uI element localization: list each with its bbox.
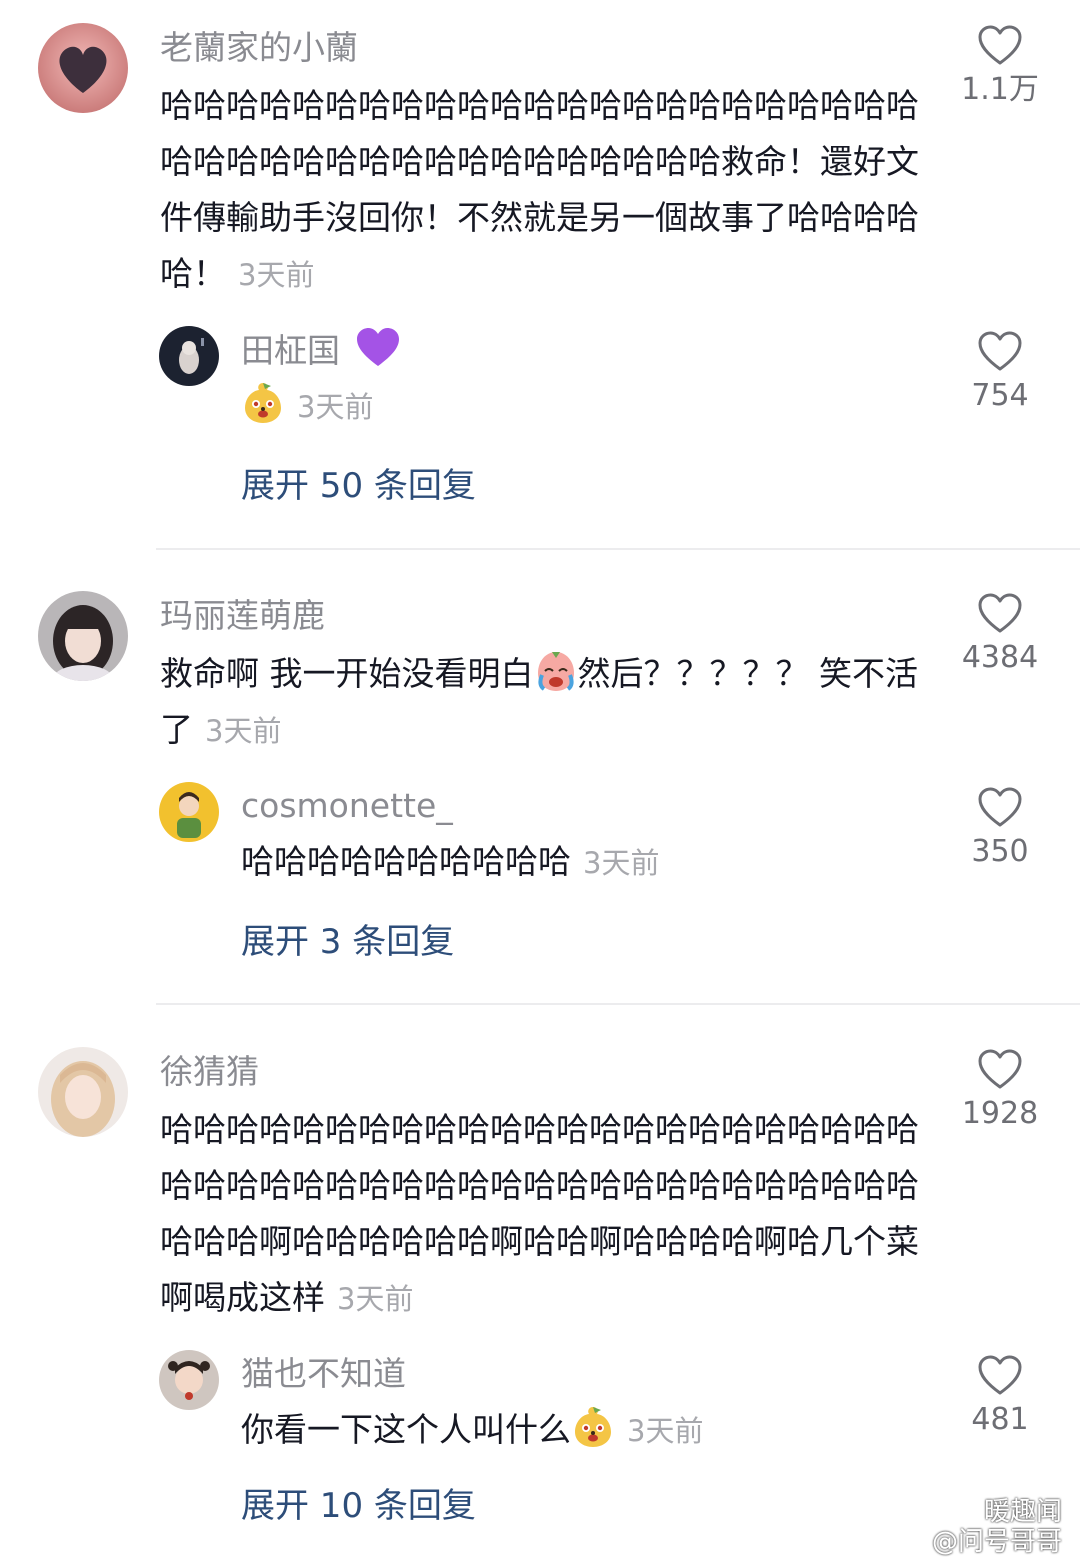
comment-username[interactable]: 玛丽莲萌鹿: [160, 592, 325, 640]
comment-username[interactable]: 徐猜猜: [160, 1048, 259, 1096]
comment-text: 哈哈哈哈哈哈哈哈哈哈哈哈哈哈哈哈哈哈哈哈哈哈哈哈哈哈哈哈哈哈哈哈哈哈哈哈哈哈哈哈…: [160, 78, 930, 303]
avatar[interactable]: [38, 591, 128, 681]
mango-pup-emoji-icon: [245, 383, 281, 423]
comment: 徐猜猜 哈哈哈哈哈哈哈哈哈哈哈哈哈哈哈哈哈哈哈哈哈哈哈哈哈哈哈哈哈哈哈哈哈哈哈哈…: [0, 1044, 1080, 1334]
comment-time: 3天前: [337, 1282, 414, 1316]
comment-time: 3天前: [238, 258, 315, 292]
expand-replies-link[interactable]: 展开 50 条回复: [241, 462, 476, 510]
like-count: 481: [971, 1402, 1029, 1437]
like-button[interactable]: 481: [950, 1354, 1050, 1440]
comment-text: 救命啊 我一开始没看明白 然后？？？？？ 笑不活了 3天前: [160, 646, 930, 759]
watermark-row: 暖趣闻: [896, 1497, 1062, 1527]
heart-icon[interactable]: [977, 786, 1023, 828]
like-count: 1.1万: [961, 72, 1039, 107]
reply-text: 哈哈哈哈哈哈哈哈哈哈 3天前: [241, 834, 931, 891]
expand-replies-link[interactable]: 展开 3 条回复: [241, 918, 454, 966]
heart-icon[interactable]: [977, 1048, 1023, 1090]
like-count: 754: [971, 378, 1029, 413]
comment-text: 哈哈哈哈哈哈哈哈哈哈哈哈哈哈哈哈哈哈哈哈哈哈哈哈哈哈哈哈哈哈哈哈哈哈哈哈哈哈哈哈…: [160, 1102, 930, 1327]
heart-icon[interactable]: [977, 1354, 1023, 1396]
weibo-icon: [895, 1536, 922, 1554]
comment-thread: 老蘭家的小蘭 哈哈哈哈哈哈哈哈哈哈哈哈哈哈哈哈哈哈哈哈哈哈哈哈哈哈哈哈哈哈哈哈哈…: [0, 20, 1080, 506]
reply-username[interactable]: cosmonette_: [241, 782, 453, 830]
avatar[interactable]: [159, 782, 219, 842]
comment-username[interactable]: 老蘭家的小蘭: [160, 24, 358, 72]
like-button[interactable]: 4384: [950, 592, 1050, 678]
reply-text: 你看一下这个人叫什么 3天前: [241, 1402, 931, 1459]
comment-text-content: 哈哈哈哈哈哈哈哈哈哈哈哈哈哈哈哈哈哈哈哈哈哈哈哈哈哈哈哈哈哈哈哈哈哈哈哈哈哈哈哈…: [160, 1110, 919, 1317]
like-button[interactable]: 1928: [950, 1048, 1050, 1134]
reply: 田柾国 3天前 754: [0, 326, 1080, 426]
comment: 玛丽莲萌鹿 救命啊 我一开始没看明白 然后？？？？？ 笑不活了 3天前 4384: [0, 588, 1080, 758]
watermark: 暖趣闻 @问号哥哥: [895, 1497, 1062, 1557]
heart-icon[interactable]: [977, 330, 1023, 372]
reply-text-content: 你看一下这个人叫什么: [241, 1410, 571, 1449]
like-count: 1928: [961, 1096, 1039, 1131]
comment-text-part: 救命啊 我一开始没看明白: [160, 654, 534, 693]
like-button[interactable]: 350: [950, 786, 1050, 872]
reply-time: 3天前: [627, 1414, 704, 1448]
wechat-icon: [943, 1499, 978, 1524]
heart-icon[interactable]: [977, 24, 1023, 66]
watermark-line2: @问号哥哥: [931, 1527, 1062, 1557]
reply-username[interactable]: 猫也不知道: [241, 1350, 406, 1398]
avatar[interactable]: [38, 23, 128, 113]
like-button[interactable]: 1.1万: [950, 24, 1050, 110]
reply-text: 3天前: [241, 378, 931, 435]
reply-time: 3天前: [583, 846, 660, 880]
mango-pup-emoji-icon: [575, 1407, 611, 1447]
avatar[interactable]: [159, 1350, 219, 1410]
watermark-row: @问号哥哥: [895, 1527, 1062, 1557]
like-count: 350: [971, 834, 1029, 869]
reply-username[interactable]: 田柾国: [241, 326, 401, 375]
reply-username-text[interactable]: 田柾国: [241, 331, 340, 370]
expand-replies-link[interactable]: 展开 10 条回复: [241, 1482, 476, 1530]
divider: [156, 1003, 1080, 1005]
avatar[interactable]: [38, 1047, 128, 1137]
heart-icon[interactable]: [977, 592, 1023, 634]
divider: [156, 548, 1080, 550]
reply: cosmonette_ 哈哈哈哈哈哈哈哈哈哈 3天前 350: [0, 782, 1080, 892]
reply-text-content: 哈哈哈哈哈哈哈哈哈哈: [241, 842, 571, 881]
comment: 老蘭家的小蘭 哈哈哈哈哈哈哈哈哈哈哈哈哈哈哈哈哈哈哈哈哈哈哈哈哈哈哈哈哈哈哈哈哈…: [0, 20, 1080, 310]
crying-face-emoji-icon: [537, 652, 574, 691]
comment-time: 3天前: [205, 714, 282, 748]
comment-thread: 玛丽莲萌鹿 救命啊 我一开始没看明白 然后？？？？？ 笑不活了 3天前 4384 c…: [0, 588, 1080, 962]
avatar[interactable]: [159, 326, 219, 386]
watermark-line1: 暖趣闻: [983, 1497, 1062, 1527]
like-count: 4384: [961, 640, 1039, 675]
like-button[interactable]: 754: [950, 330, 1050, 416]
reply: 猫也不知道 你看一下这个人叫什么 3天前 481: [0, 1350, 1080, 1460]
reply-time: 3天前: [297, 390, 374, 424]
comment-thread: 徐猜猜 哈哈哈哈哈哈哈哈哈哈哈哈哈哈哈哈哈哈哈哈哈哈哈哈哈哈哈哈哈哈哈哈哈哈哈哈…: [0, 1044, 1080, 1526]
purple-heart-icon: [356, 328, 399, 366]
